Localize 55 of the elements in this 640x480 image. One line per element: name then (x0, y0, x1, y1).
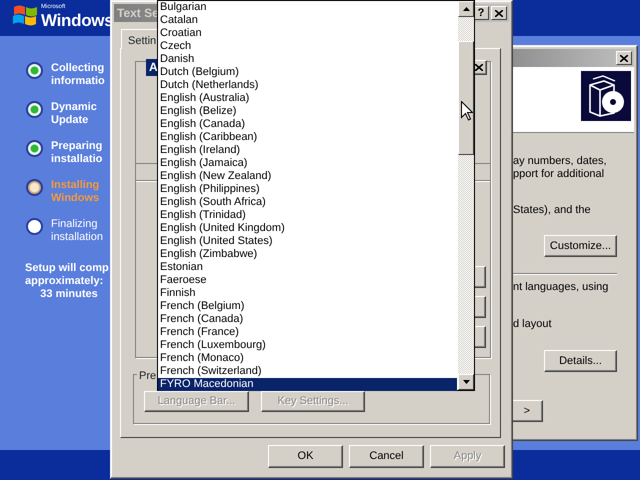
windows-flag-icon (12, 4, 38, 26)
step-label: Collecting informatio (51, 62, 105, 88)
scroll-down-button[interactable] (458, 374, 474, 390)
up-arrow-icon (462, 7, 470, 11)
list-item[interactable]: Faeroese (158, 274, 457, 287)
description-text: d layout (513, 317, 552, 332)
list-item[interactable]: English (Caribbean) (158, 131, 457, 144)
list-item[interactable]: French (Canada) (158, 313, 457, 326)
close-icon (495, 10, 503, 16)
step-label: Installing Windows (51, 179, 100, 205)
step-label: Finalizing installation (51, 218, 103, 244)
step-label: Preparing installatio (51, 140, 102, 166)
list-item[interactable]: Catalan (158, 14, 457, 27)
list-item[interactable]: Dutch (Netherlands) (158, 79, 457, 92)
description-text: ay numbers, dates, (513, 154, 607, 169)
list-item[interactable]: Finnish (158, 287, 457, 300)
list-item[interactable]: French (Switzerland) (158, 365, 457, 378)
list-item[interactable]: English (Zimbabwe) (158, 248, 457, 261)
down-arrow-icon (462, 380, 470, 384)
list-item[interactable]: English (United Kingdom) (158, 222, 457, 235)
logo-text: Windows (41, 11, 114, 31)
close-icon (620, 54, 628, 62)
dialog-button[interactable]: Details... (544, 350, 617, 372)
description-text: pport for additional (513, 167, 604, 182)
list-item[interactable]: English (Jamaica) (158, 157, 457, 170)
list-item[interactable]: FYRO Macedonian (158, 378, 457, 391)
list-item[interactable]: English (Belize) (158, 105, 457, 118)
description-text: States), and the (513, 203, 591, 218)
list-item[interactable]: French (Belgium) (158, 300, 457, 313)
list-item[interactable]: English (United States) (158, 235, 457, 248)
list-item[interactable]: English (South Africa) (158, 196, 457, 209)
step-label: Dynamic Update (51, 101, 97, 127)
scroll-up-button[interactable] (458, 1, 474, 17)
dialog-button[interactable]: Cancel (349, 445, 424, 468)
list-item[interactable]: English (Ireland) (158, 144, 457, 157)
list-item[interactable]: English (Canada) (158, 118, 457, 131)
list-item[interactable]: French (Luxembourg) (158, 339, 457, 352)
close-button[interactable] (491, 6, 507, 20)
list-item[interactable]: Estonian (158, 261, 457, 274)
dialog-button[interactable]: Customize... (544, 235, 617, 257)
description-text: nt languages, using (513, 280, 608, 295)
group-label: Pre (139, 370, 156, 382)
list-item[interactable]: English (New Zealand) (158, 170, 457, 183)
list-item[interactable]: English (Philippines) (158, 183, 457, 196)
list-item[interactable]: French (Monaco) (158, 352, 457, 365)
list-item[interactable]: French (France) (158, 326, 457, 339)
list-item[interactable]: English (Australia) (158, 92, 457, 105)
list-item[interactable]: Bulgarian (158, 1, 457, 14)
dialog-button[interactable]: OK (268, 445, 343, 468)
scroll-thumb[interactable] (458, 41, 474, 155)
list-item[interactable]: English (Trinidad) (158, 209, 457, 222)
scrollbar[interactable] (458, 1, 474, 390)
close-button[interactable] (616, 51, 632, 65)
software-box-icon (581, 71, 631, 121)
setup-time-estimate: Setup will comp approximately: 33 minutes (25, 262, 109, 301)
